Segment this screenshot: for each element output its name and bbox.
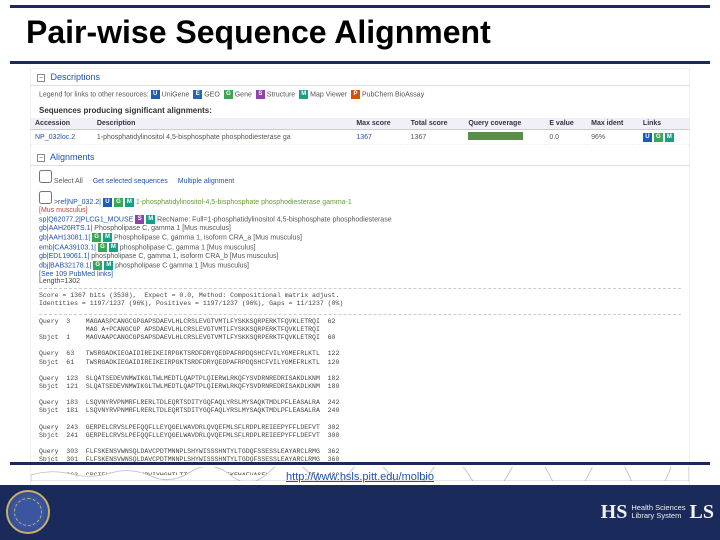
hit-title: 1-phosphatidylinositol-4,5-bisphosphate … (136, 199, 352, 206)
map viewer-icon: M (299, 90, 308, 99)
ls-text: LS (690, 503, 714, 521)
db-badge-icon[interactable]: M (104, 261, 113, 270)
max-ident: 96% (587, 130, 639, 145)
col-total[interactable]: Total score (407, 118, 465, 130)
db-badge-icon[interactable]: M (103, 233, 112, 242)
col-coverage[interactable]: Query coverage (464, 118, 545, 130)
col-ident[interactable]: Max ident (587, 118, 639, 130)
alignment-block: >ref|NP_032.2| U G M 1-phosphatidylinosi… (31, 189, 689, 488)
legend-item: S Structure (256, 90, 295, 99)
col-max[interactable]: Max score (352, 118, 406, 130)
legend-item: E GEO (193, 90, 220, 99)
max-score-link[interactable]: 1367 (356, 134, 372, 141)
table-row[interactable]: NP_032loc.2 1-phosphatidylinositol 4,5-b… (31, 130, 689, 145)
db-badge-icon[interactable]: S (135, 215, 144, 224)
hit-subline: emb|CAA39103.1| G M phospholipase C, gam… (39, 243, 681, 252)
db-badge-icon[interactable]: M (109, 243, 118, 252)
db-badge-icon[interactable]: G (92, 233, 101, 242)
unigene-icon[interactable]: U (643, 133, 652, 142)
db-badge-icon[interactable]: M (146, 215, 155, 224)
brand-footer: HS Health Sciences Library System LS (0, 485, 720, 540)
alignment-stats: Score = 1367 bits (3538), Expect = 0.0, … (39, 288, 681, 311)
alignments-label: Alignments (50, 152, 95, 162)
evalue: 0.0 (545, 130, 587, 145)
unigene-icon: U (151, 90, 160, 99)
col-evalue[interactable]: E value (545, 118, 587, 130)
hit-select-checkbox[interactable] (39, 191, 52, 204)
legend-item: M Map Viewer (299, 90, 347, 99)
structure-icon: S (256, 90, 265, 99)
get-sequences-link[interactable]: Get selected sequences (93, 178, 168, 185)
select-all-checkbox[interactable] (39, 170, 52, 183)
col-accession[interactable]: Accession (31, 118, 93, 130)
hit-species: [Mus musculus] (39, 207, 681, 214)
collapse-icon: − (37, 74, 45, 82)
legend-item: G Gene (224, 90, 252, 99)
links-cell[interactable]: U G M (639, 130, 689, 145)
legend-item: U UniGene (151, 90, 190, 99)
hit-accession-link[interactable]: ref|NP_032.2| (58, 199, 101, 206)
hit-description: 1-phosphatidylinositol 4,5-bisphosphate … (93, 130, 353, 145)
university-seal-icon (6, 490, 50, 534)
sub-accession-link[interactable]: dbj|BAB32178.1| (39, 262, 91, 269)
gene-icon: G (224, 90, 233, 99)
hsls-logo: HS Health Sciences Library System LS (601, 490, 714, 534)
coverage-cell (464, 130, 545, 145)
slide-top-rule (10, 0, 710, 8)
source-url-link[interactable]: http://www.hsls.pitt.edu/molbio (286, 471, 434, 483)
sub-accession-link[interactable]: gb|AAH26RTS.1| (39, 225, 92, 232)
sub-accession-link[interactable]: sp|Q62077.2|PLCG1_MOUSE (39, 216, 133, 223)
gene-icon[interactable]: G (654, 133, 663, 142)
db-badge-icon[interactable]: G (93, 261, 102, 270)
hit-subline: dbj|BAB32178.1| G M phospholipase C gamm… (39, 261, 681, 270)
geo-icon: E (193, 90, 202, 99)
blast-screenshot: − Descriptions Legend for links to other… (30, 68, 690, 488)
length-line: Length=1302 (39, 278, 681, 285)
brand-line2: Library System (631, 512, 685, 520)
multiple-alignment-link[interactable]: Multiple alignment (178, 178, 234, 185)
total-score: 1367 (407, 130, 465, 145)
mapviewer-icon[interactable]: M (125, 198, 134, 207)
mapviewer-icon[interactable]: M (665, 133, 674, 142)
col-links[interactable]: Links (639, 118, 689, 130)
db-badge-icon[interactable]: G (98, 243, 107, 252)
slide-title: Pair-wise Sequence Alignment (10, 8, 710, 64)
legend-item: P PubChem BioAssay (351, 90, 424, 99)
unigene-icon[interactable]: U (103, 198, 112, 207)
gene-icon[interactable]: G (114, 198, 123, 207)
sub-accession-link[interactable]: gb|AAH13081.1| (39, 234, 90, 241)
hs-text: HS (601, 503, 628, 521)
url-footer: http://www.hsls.pitt.edu/molbio (10, 462, 710, 485)
pubmed-links[interactable]: [See 109 PubMed links] (39, 271, 113, 278)
hit-subline: gb|AAH26RTS.1| Phospholipase C, gamma 1 … (39, 225, 681, 232)
collapse-icon: − (37, 154, 45, 162)
hit-subline: gb|AAH13081.1| G M Phospholipase C, gamm… (39, 233, 681, 242)
hit-subline: gb|EDL19061.1| phospholipase C, gamma 1,… (39, 253, 681, 260)
hit-table: Accession Description Max score Total sc… (31, 118, 689, 145)
legend-prefix: Legend for links to other resources: (39, 91, 149, 98)
descriptions-toggle[interactable]: − Descriptions (31, 69, 689, 86)
accession-link[interactable]: NP_032loc.2 (35, 134, 75, 141)
sub-accession-link[interactable]: gb|EDL19061.1| (39, 253, 89, 260)
results-header: Sequences producing significant alignmen… (31, 103, 689, 118)
col-description[interactable]: Description (93, 118, 353, 130)
pubchem bioassay-icon: P (351, 90, 360, 99)
alignments-controls: Select All Get selected sequences Multip… (31, 166, 689, 189)
alignments-toggle[interactable]: − Alignments (31, 149, 689, 166)
resource-legend: Legend for links to other resources: U U… (31, 86, 689, 103)
sub-accession-link[interactable]: emb|CAA39103.1| (39, 244, 96, 251)
descriptions-label: Descriptions (51, 72, 101, 82)
select-all-label: Select All (54, 178, 83, 185)
hit-subline: sp|Q62077.2|PLCG1_MOUSE S M RecName: Ful… (39, 215, 681, 224)
